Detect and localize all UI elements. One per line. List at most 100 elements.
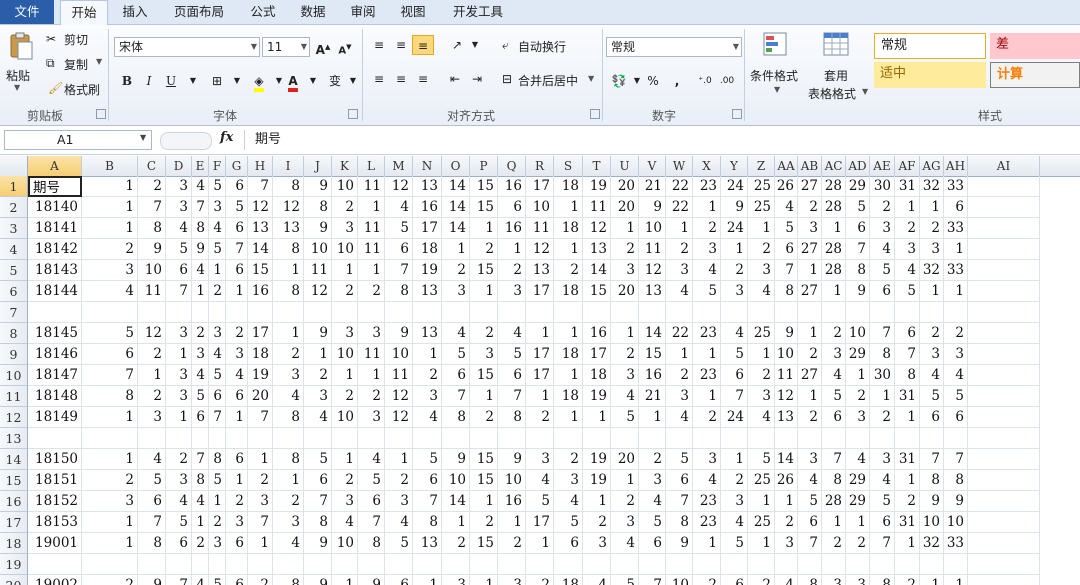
cell-f12[interactable]: 7 <box>209 407 226 428</box>
cell-ae2[interactable]: 2 <box>870 197 895 218</box>
cell-e4[interactable]: 9 <box>192 239 209 260</box>
cell-o11[interactable]: 7 <box>442 386 470 407</box>
cell-i10[interactable]: 3 <box>273 365 304 386</box>
cell-ab17[interactable]: 6 <box>798 512 822 533</box>
cell-l18[interactable]: 8 <box>358 533 385 554</box>
cell-ad4[interactable]: 7 <box>846 239 870 260</box>
cell-ae14[interactable]: 3 <box>870 449 895 470</box>
cell-k9[interactable]: 10 <box>332 344 358 365</box>
cell-l10[interactable]: 1 <box>358 365 385 386</box>
cell-j13[interactable] <box>304 428 332 449</box>
cell-ag13[interactable] <box>920 428 944 449</box>
cell-ab5[interactable]: 1 <box>798 260 822 281</box>
cell-b11[interactable]: 8 <box>82 386 138 407</box>
cell-k12[interactable]: 10 <box>332 407 358 428</box>
cell-h2[interactable]: 12 <box>248 197 273 218</box>
cell-ac19[interactable] <box>822 554 846 575</box>
cell-s9[interactable]: 18 <box>554 344 583 365</box>
row-header-15[interactable]: 15 <box>0 470 28 491</box>
cell-d1[interactable]: 3 <box>166 176 192 197</box>
conditional-format-button[interactable]: 条件格式 <box>750 67 798 84</box>
cell-f14[interactable]: 8 <box>209 449 226 470</box>
cell-n7[interactable] <box>413 302 442 323</box>
cell-i20[interactable]: 8 <box>273 575 304 585</box>
cell-z16[interactable]: 1 <box>748 491 775 512</box>
cell-s3[interactable]: 18 <box>554 218 583 239</box>
cell-t8[interactable]: 16 <box>583 323 611 344</box>
cell-ab13[interactable] <box>798 428 822 449</box>
cell-ab3[interactable]: 3 <box>798 218 822 239</box>
cell-y8[interactable]: 4 <box>721 323 748 344</box>
cell-l5[interactable]: 1 <box>358 260 385 281</box>
cell-z6[interactable]: 4 <box>748 281 775 302</box>
cell-c7[interactable] <box>138 302 166 323</box>
cell-e17[interactable]: 1 <box>192 512 209 533</box>
cell-u16[interactable]: 2 <box>611 491 639 512</box>
cell-c4[interactable]: 9 <box>138 239 166 260</box>
cell-c11[interactable]: 2 <box>138 386 166 407</box>
align-bottom-icon[interactable]: ≡ <box>412 35 434 55</box>
cell-ad16[interactable]: 29 <box>846 491 870 512</box>
cell-ae20[interactable]: 8 <box>870 575 895 585</box>
cell-w9[interactable]: 1 <box>666 344 693 365</box>
cell-l6[interactable]: 2 <box>358 281 385 302</box>
tab-review[interactable]: 审阅 <box>340 0 386 24</box>
cell-u4[interactable]: 2 <box>611 239 639 260</box>
cell-u2[interactable]: 20 <box>611 197 639 218</box>
cell-ag14[interactable]: 7 <box>920 449 944 470</box>
cell-p19[interactable] <box>470 554 498 575</box>
cell-f8[interactable]: 3 <box>209 323 226 344</box>
column-header-af[interactable]: AF <box>895 156 920 176</box>
cell-x9[interactable]: 1 <box>693 344 721 365</box>
cell-ab12[interactable]: 2 <box>798 407 822 428</box>
cell-r20[interactable]: 2 <box>526 575 554 585</box>
cell-a12[interactable]: 18149 <box>28 407 82 428</box>
cell-b14[interactable]: 1 <box>82 449 138 470</box>
cell-e15[interactable]: 8 <box>192 470 209 491</box>
cell-ae19[interactable] <box>870 554 895 575</box>
cell-a17[interactable]: 18153 <box>28 512 82 533</box>
cell-ah15[interactable]: 8 <box>944 470 968 491</box>
row-header-20[interactable]: 20 <box>0 575 28 585</box>
cell-k7[interactable] <box>332 302 358 323</box>
phonetic-dropdown-icon[interactable]: ▼ <box>342 71 364 91</box>
cell-r19[interactable] <box>526 554 554 575</box>
cell-x4[interactable]: 3 <box>693 239 721 260</box>
increase-decimal-icon[interactable]: ⁺.0 <box>694 71 716 91</box>
cell-z13[interactable] <box>748 428 775 449</box>
cell-ae11[interactable]: 1 <box>870 386 895 407</box>
cell-ag7[interactable] <box>920 302 944 323</box>
border-icon[interactable]: ⊞ <box>206 71 228 91</box>
cell-aa17[interactable]: 2 <box>775 512 798 533</box>
cell-d18[interactable]: 6 <box>166 533 192 554</box>
cell-y14[interactable]: 1 <box>721 449 748 470</box>
cell-i1[interactable]: 8 <box>273 176 304 197</box>
cell-e1[interactable]: 4 <box>192 176 209 197</box>
row-header-19[interactable]: 19 <box>0 554 28 575</box>
select-all-corner[interactable] <box>0 156 28 176</box>
cell-h3[interactable]: 13 <box>248 218 273 239</box>
cell-aa8[interactable]: 9 <box>775 323 798 344</box>
cell-u5[interactable]: 3 <box>611 260 639 281</box>
cell-ah13[interactable] <box>944 428 968 449</box>
cell-i2[interactable]: 12 <box>273 197 304 218</box>
cell-t2[interactable]: 11 <box>583 197 611 218</box>
cell-l16[interactable]: 6 <box>358 491 385 512</box>
cell-ag16[interactable]: 9 <box>920 491 944 512</box>
border-dropdown-icon[interactable]: ▼ <box>226 71 248 91</box>
cell-e3[interactable]: 8 <box>192 218 209 239</box>
cell-c18[interactable]: 8 <box>138 533 166 554</box>
cell-h15[interactable]: 2 <box>248 470 273 491</box>
cell-aa18[interactable]: 3 <box>775 533 798 554</box>
cell-af20[interactable]: 2 <box>895 575 920 585</box>
cell-ac13[interactable] <box>822 428 846 449</box>
cell-ag9[interactable]: 3 <box>920 344 944 365</box>
column-header-n[interactable]: N <box>413 156 442 176</box>
cell-q3[interactable]: 16 <box>498 218 526 239</box>
cell-ad12[interactable]: 3 <box>846 407 870 428</box>
cell-v7[interactable] <box>639 302 666 323</box>
column-header-ag[interactable]: AG <box>920 156 944 176</box>
cell-q8[interactable]: 4 <box>498 323 526 344</box>
cell-x13[interactable] <box>693 428 721 449</box>
column-header-ae[interactable]: AE <box>870 156 895 176</box>
